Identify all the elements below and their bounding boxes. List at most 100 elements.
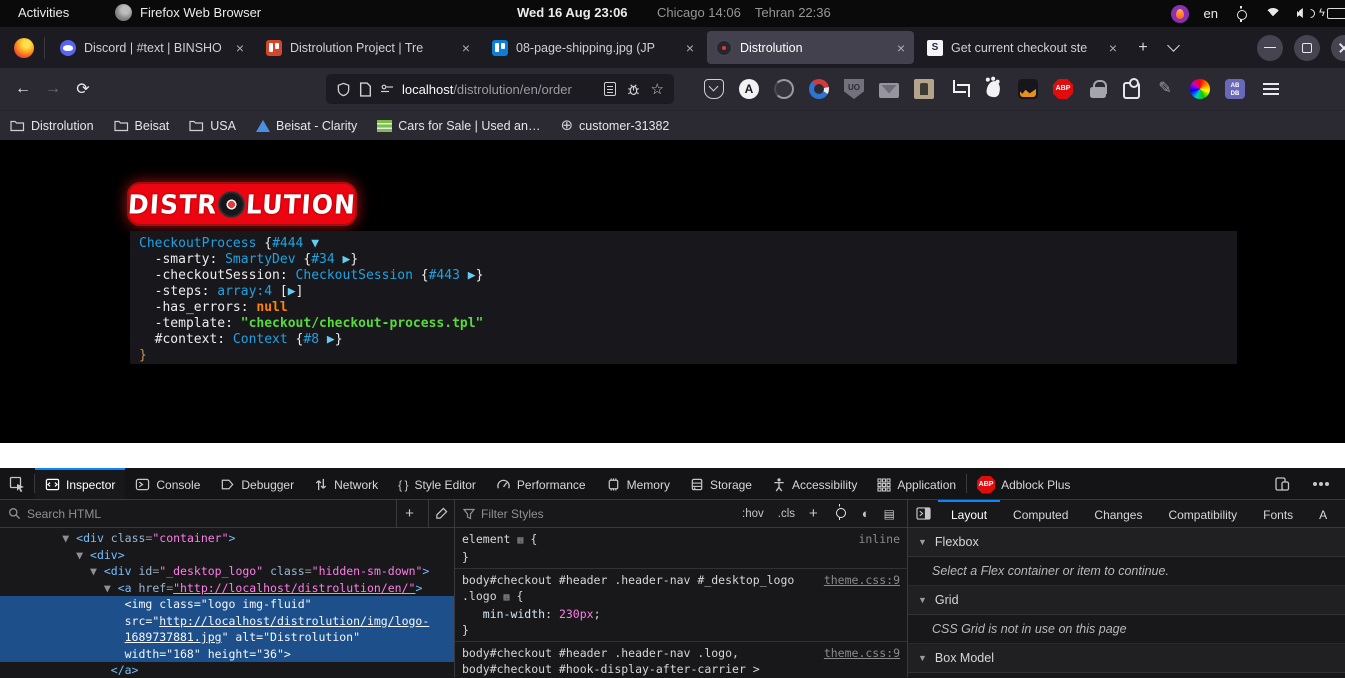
forward-button[interactable]: → (38, 74, 68, 104)
devtools-tab-debugger[interactable]: Debugger (210, 468, 304, 499)
close-button[interactable] (1331, 35, 1345, 61)
tab-close-icon[interactable] (236, 41, 244, 55)
volume-icon[interactable] (1297, 7, 1312, 20)
permissions-icon[interactable] (380, 83, 394, 95)
devtools-tab-network[interactable]: Network (304, 468, 388, 499)
reload-button[interactable]: ⟳ (68, 74, 98, 104)
back-button[interactable]: ← (8, 74, 38, 104)
abdb-icon[interactable]: ABDB (1225, 79, 1245, 99)
devtools-tab-style-editor[interactable]: { } Style Editor (388, 468, 486, 499)
tab-shipping-image[interactable]: 08-page-shipping.jpg (JP (483, 31, 703, 64)
menu-hamburger-icon[interactable] (1263, 88, 1279, 90)
focused-app-indicator[interactable]: Firefox Web Browser (115, 4, 261, 21)
wifi-icon[interactable] (1264, 7, 1282, 21)
css-rule-desktop-logo[interactable]: theme.css:9body#checkout #header .header… (455, 569, 907, 642)
css-rules-panel[interactable]: inlineelement ▦ {} theme.css:9body#check… (455, 528, 908, 677)
bookmark-customer[interactable]: ⊕ customer-31382 (560, 118, 669, 133)
tab-close-icon[interactable] (462, 41, 470, 55)
maximize-button[interactable] (1294, 35, 1320, 61)
tab-distrolution-project[interactable]: Distrolution Project | Tre (257, 31, 479, 64)
clearurls-icon[interactable] (774, 79, 794, 99)
sidebar-tab-animations-cut[interactable]: A (1306, 500, 1340, 527)
devtools-tab-application[interactable]: Application (867, 468, 966, 499)
puzzle-extension-icon[interactable] (1123, 82, 1140, 99)
add-node-button[interactable] (396, 500, 422, 527)
css-rule-element[interactable]: inlineelement ▦ {} (455, 528, 907, 569)
devtools-tab-adblock-plus[interactable]: ABP Adblock Plus (967, 468, 1080, 499)
devtools-tab-memory[interactable]: Memory (596, 468, 680, 499)
bug-icon[interactable] (626, 82, 641, 97)
sidebar-tab-layout[interactable]: Layout (938, 500, 1000, 527)
reader-mode-icon[interactable] (604, 82, 616, 96)
responsive-design-mode-icon[interactable] (1265, 476, 1299, 492)
var-dump-output[interactable]: CheckoutProcess {#444 ▼ -smarty: SmartyD… (130, 231, 1237, 364)
devtools-tab-performance[interactable]: Performance (486, 468, 596, 499)
system-clock[interactable]: Wed 16 Aug 23:06 (517, 5, 628, 20)
light-scheme-icon[interactable] (826, 504, 854, 523)
pen-icon[interactable]: ✎ (1155, 79, 1175, 99)
lock-icon[interactable] (1090, 79, 1106, 99)
tab-close-icon[interactable] (1109, 41, 1117, 55)
devtools-tab-storage[interactable]: Storage (680, 468, 762, 499)
devtools-tab-inspector[interactable]: Inspector (35, 468, 125, 499)
box-model-section-header[interactable]: ▼ Box Model (908, 644, 1345, 673)
distrolution-logo[interactable]: DISTR LUTION (127, 182, 357, 226)
filter-styles-input[interactable] (481, 507, 730, 521)
url-bar[interactable]: localhost/distrolution/en/order ☆ (326, 74, 674, 104)
bookmark-star-icon[interactable]: ☆ (651, 80, 664, 98)
eyedropper-icon[interactable] (428, 500, 454, 527)
tab-distrolution-active[interactable]: Distrolution (707, 31, 914, 64)
system-tray[interactable]: en ϟ (1171, 0, 1345, 27)
devtools-meatball-menu-icon[interactable] (1303, 482, 1337, 486)
proxy-pie-icon[interactable] (809, 79, 829, 99)
keyboard-layout-indicator[interactable]: en (1204, 6, 1218, 21)
devtools-tab-accessibility[interactable]: Accessibility (762, 468, 867, 499)
grid-section-header[interactable]: ▼ Grid (908, 586, 1345, 615)
url-text[interactable]: localhost/distrolution/en/order (402, 82, 572, 97)
crop-tool-icon[interactable] (949, 79, 969, 99)
bookmark-folder-distrolution[interactable]: Distrolution (10, 119, 94, 133)
adblock-plus-icon[interactable]: ABP (1053, 79, 1073, 99)
search-html-input[interactable] (27, 507, 390, 521)
shield-icon[interactable] (336, 82, 351, 97)
image-tile-icon[interactable] (914, 79, 934, 99)
tab-checkout-step[interactable]: S Get current checkout ste (918, 31, 1126, 64)
mail-icon[interactable] (879, 83, 899, 98)
page-info-icon[interactable] (359, 82, 372, 97)
pocket-icon[interactable] (704, 79, 724, 99)
uo-shield-icon[interactable]: UO (844, 79, 864, 99)
html-tree[interactable]: ▼ <div class="container"> ▼ <div> ▼ <div… (0, 528, 455, 677)
minimize-button[interactable] (1257, 35, 1283, 61)
brightness-icon[interactable] (1233, 6, 1249, 22)
css-rule-header-nav-logo[interactable]: theme.css:9body#checkout #header .header… (455, 642, 907, 677)
bookmark-beisat-clarity[interactable]: Beisat - Clarity (256, 119, 357, 133)
dark-scheme-icon[interactable] (856, 506, 876, 521)
sidebar-tab-fonts[interactable]: Fonts (1250, 500, 1306, 527)
tab-close-icon[interactable] (897, 41, 905, 55)
sidebar-tab-compatibility[interactable]: Compatibility (1155, 500, 1250, 527)
tab-close-icon[interactable] (686, 41, 694, 55)
sidebar-collapse-icon[interactable] (908, 500, 938, 527)
list-all-tabs-icon[interactable] (1158, 33, 1188, 63)
print-simulation-icon[interactable] (878, 507, 901, 521)
color-wheel-icon[interactable] (1190, 79, 1210, 99)
class-panel-button[interactable]: .cls (772, 508, 801, 520)
devtools-tab-console[interactable]: Console (125, 468, 210, 499)
pseudo-class-button[interactable]: :hov (736, 508, 770, 520)
bookmark-folder-usa[interactable]: USA (189, 119, 236, 133)
add-rule-button[interactable] (803, 505, 824, 522)
sidebar-tab-changes[interactable]: Changes (1081, 500, 1155, 527)
account-a-icon[interactable]: A (739, 79, 759, 99)
recorder-indicator-icon[interactable] (1171, 5, 1189, 23)
bookmark-cars-for-sale[interactable]: Cars for Sale | Used an… (377, 119, 540, 133)
activities-button[interactable]: Activities (18, 5, 69, 20)
bookmark-folder-beisat[interactable]: Beisat (114, 119, 170, 133)
battery-icon[interactable]: ϟ (1327, 8, 1345, 19)
gnome-foot-icon[interactable] (985, 80, 1001, 98)
tab-discord[interactable]: Discord | #text | BINSHO (51, 31, 253, 64)
sidebar-tab-computed[interactable]: Computed (1000, 500, 1081, 527)
new-tab-button[interactable]: + (1128, 33, 1158, 63)
window-controls[interactable] (1257, 35, 1345, 61)
tampermonkey-cat-icon[interactable] (1018, 79, 1038, 99)
flexbox-section-header[interactable]: ▼ Flexbox (908, 528, 1345, 557)
